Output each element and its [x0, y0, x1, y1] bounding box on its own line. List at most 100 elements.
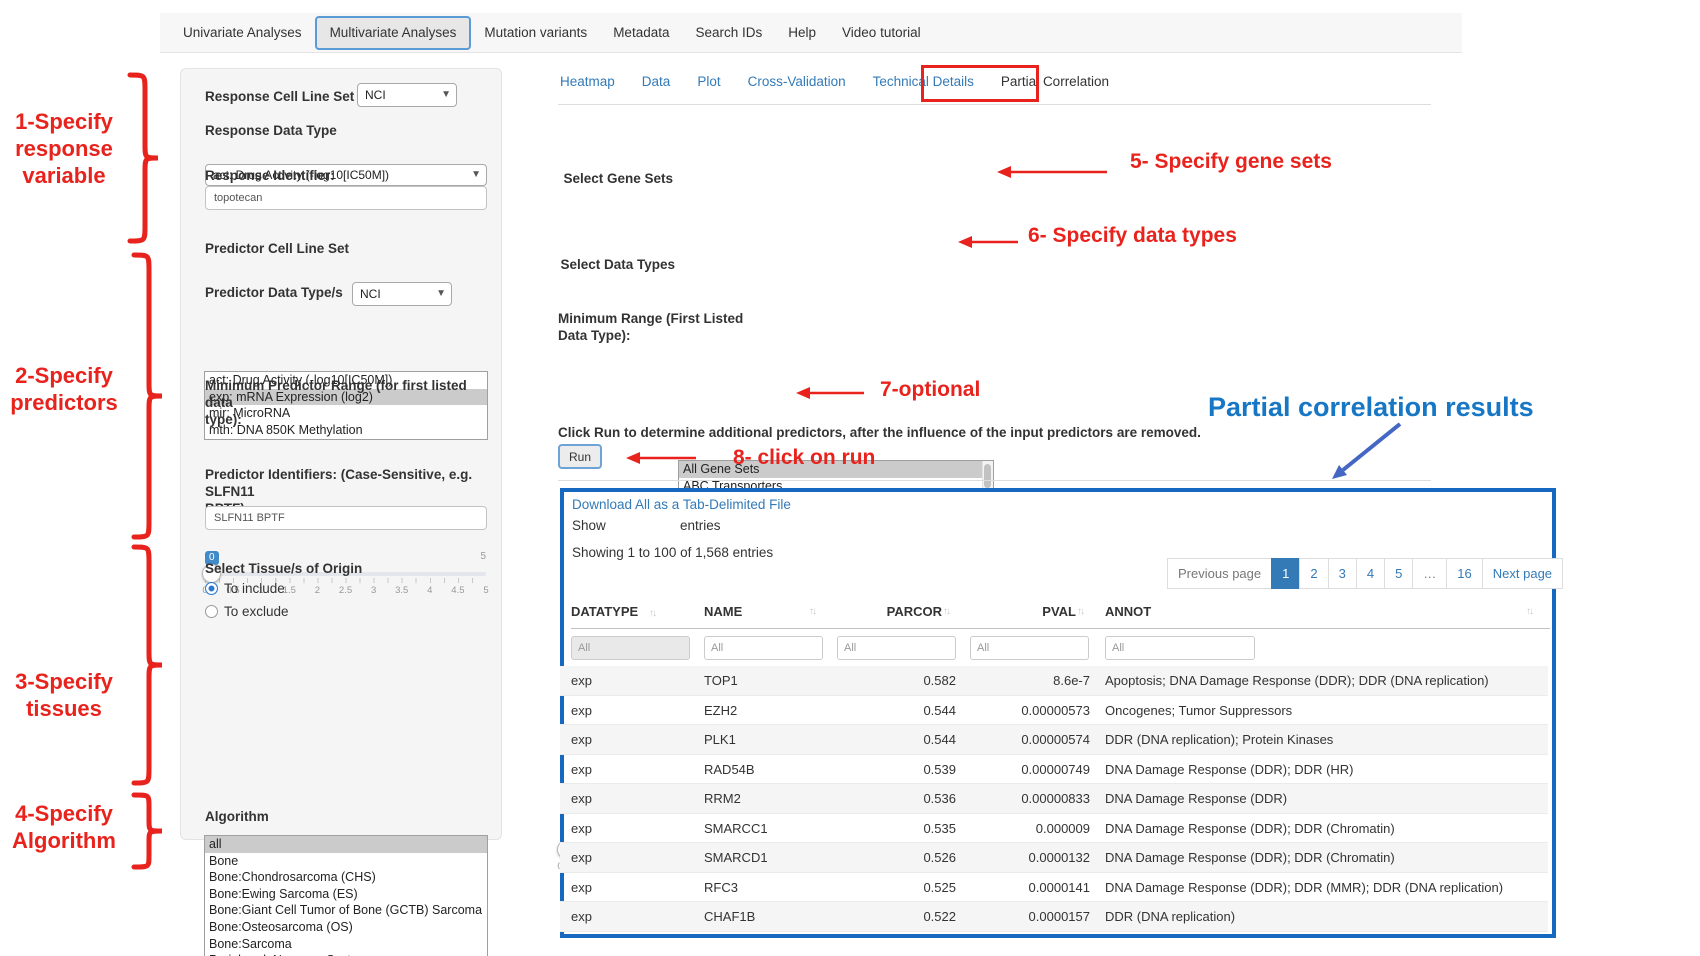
col-header-parcor[interactable]: PARCOR — [836, 604, 942, 619]
table-row[interactable]: expEZH20.5440.00000573Oncogenes; Tumor S… — [560, 696, 1548, 726]
cell-name: CHAF1B — [704, 902, 755, 932]
table-row[interactable]: expSMARCD10.5260.0000132DNA Damage Respo… — [560, 843, 1548, 873]
table-row[interactable]: expRFC30.5250.0000141DNA Damage Response… — [560, 873, 1548, 903]
tissues-listbox[interactable]: allBoneBone:Chondrosarcoma (CHS)Bone:Ewi… — [204, 835, 488, 956]
cell-name: RRM2 — [704, 784, 741, 814]
radio-unselected-icon[interactable] — [205, 605, 218, 618]
predictor-cell-line-set-select[interactable]: NCI▼ — [352, 282, 452, 306]
tab-plot[interactable]: Plot — [697, 74, 720, 89]
brace-step3 — [130, 544, 166, 786]
sort-icon[interactable]: ↑↓ — [1077, 606, 1083, 617]
cell-annot: DNA Damage Response (DDR); DDR (Chromati… — [1105, 814, 1543, 844]
tissue-exclude-radio[interactable]: To exclude — [205, 604, 289, 619]
pagination: Previous page12345…16Next page — [1168, 558, 1563, 589]
cell-name: TOP1 — [704, 666, 738, 696]
tick-label: 3.5 — [395, 585, 408, 596]
table-row[interactable]: expTOP10.5828.6e-7Apoptosis; DNA Damage … — [560, 666, 1548, 696]
col-header-pval[interactable]: PVAL — [970, 604, 1076, 619]
tab-heatmap[interactable]: Heatmap — [560, 74, 615, 89]
tick-label: 2 — [315, 585, 320, 596]
cell-datatype: exp — [571, 755, 592, 785]
tick-label: 4 — [427, 585, 432, 596]
annotation-step1: 1-Specify response variable — [4, 108, 124, 189]
min-range-label: Minimum Range (First Listed Data Type): — [558, 310, 788, 344]
sort-icon[interactable]: ↑↓ — [1526, 606, 1532, 617]
filter-name[interactable] — [704, 636, 823, 660]
list-option[interactable]: Bone:Chondrosarcoma (CHS) — [205, 869, 487, 886]
page-button-3[interactable]: 3 — [1328, 558, 1357, 589]
response-cell-line-set-select[interactable]: NCI▼ — [357, 83, 457, 107]
list-option[interactable]: Bone:Giant Cell Tumor of Bone (GCTB) Sar… — [205, 902, 487, 919]
table-row[interactable]: expSMARCC10.5350.000009DNA Damage Respon… — [560, 814, 1548, 844]
col-header-annot[interactable]: ANNOT — [1105, 604, 1151, 619]
cell-datatype: exp — [571, 873, 592, 903]
col-header-name[interactable]: NAME — [704, 604, 742, 619]
table-row[interactable]: expPLK10.5440.00000574DDR (DNA replicati… — [560, 725, 1548, 755]
cell-pval: 0.0000132 — [940, 843, 1090, 873]
list-option[interactable]: Peripheral_Nervous_System — [205, 952, 487, 956]
sort-icon[interactable]: ↑↓ — [649, 608, 655, 619]
pagination-ellipsis[interactable]: … — [1412, 558, 1447, 589]
list-option[interactable]: all — [205, 836, 487, 853]
cell-annot: DNA Damage Response (DDR); DDR (MMR); DD… — [1105, 873, 1543, 903]
cell-name: EZH2 — [704, 696, 737, 726]
predictor-data-types-label: Predictor Data Type/s — [205, 284, 343, 301]
cell-datatype: exp — [571, 696, 592, 726]
cell-parcor: 0.582 — [836, 666, 956, 696]
run-button[interactable]: Run — [558, 444, 602, 469]
cell-annot: Apoptosis; DNA Damage Response (DDR); DD… — [1105, 666, 1543, 696]
sort-icon[interactable]: ↑↓ — [809, 606, 815, 617]
filter-annot[interactable] — [1105, 636, 1255, 660]
list-option[interactable]: Bone:Sarcoma — [205, 936, 487, 953]
chevron-down-icon: ▼ — [441, 89, 451, 100]
run-instruction: Click Run to determine additional predic… — [558, 424, 1278, 441]
col-header-datatype[interactable]: DATATYPE ↑↓ — [571, 604, 655, 619]
nav-tab-multivariate-analyses[interactable]: Multivariate Analyses — [315, 16, 472, 50]
arrow-data-types — [958, 234, 1020, 250]
filter-pval[interactable] — [970, 636, 1089, 660]
response-identifier-input[interactable] — [205, 186, 487, 210]
list-option[interactable]: Bone:Osteosarcoma (OS) — [205, 919, 487, 936]
nav-tab-univariate-analyses[interactable]: Univariate Analyses — [170, 14, 315, 52]
predictor-identifiers-input[interactable] — [205, 506, 487, 530]
next-page-button[interactable]: Next page — [1482, 558, 1563, 589]
download-link[interactable]: Download All as a Tab-Delimited File — [572, 497, 791, 512]
sort-icon[interactable]: ↑↓ — [943, 606, 949, 617]
tab-cross-validation[interactable]: Cross-Validation — [748, 74, 846, 89]
arrow-gene-sets — [997, 164, 1109, 180]
list-option[interactable]: Bone:Ewing Sarcoma (ES) — [205, 886, 487, 903]
cell-name: RAD54B — [704, 755, 755, 785]
tick-label: 3 — [371, 585, 376, 596]
entries-label: entries — [680, 518, 721, 533]
cell-name: SMARCC1 — [704, 814, 768, 844]
nav-tab-metadata[interactable]: Metadata — [600, 14, 682, 52]
nav-tab-mutation-variants[interactable]: Mutation variants — [471, 14, 600, 52]
scrollbar-thumb[interactable] — [984, 464, 991, 488]
radio-selected-icon[interactable] — [205, 582, 218, 595]
response-cell-line-set-label: Response Cell Line Set — [205, 88, 354, 105]
tissue-include-label: To include — [224, 581, 285, 596]
previous-page-button[interactable]: Previous page — [1167, 558, 1272, 589]
page-button-4[interactable]: 4 — [1356, 558, 1385, 589]
page-button-2[interactable]: 2 — [1299, 558, 1328, 589]
slider-max-label: 5 — [480, 551, 486, 562]
filter-datatype[interactable] — [571, 636, 690, 660]
filter-parcor[interactable] — [837, 636, 956, 660]
table-row[interactable]: expRRM20.5360.00000833DNA Damage Respons… — [560, 784, 1548, 814]
nav-tab-search-ids[interactable]: Search IDs — [682, 14, 775, 52]
table-row[interactable]: expRAD54B0.5390.00000749DNA Damage Respo… — [560, 755, 1548, 785]
predictor-cell-line-set-value: NCI — [360, 287, 381, 301]
cell-pval: 0.00000573 — [940, 696, 1090, 726]
list-option[interactable]: Bone — [205, 853, 487, 870]
nav-tab-help[interactable]: Help — [775, 14, 829, 52]
table-row[interactable]: expCHAF1B0.5220.0000157DDR (DNA replicat… — [560, 902, 1548, 932]
page-button-5[interactable]: 5 — [1384, 558, 1413, 589]
response-identifier-label: Response Identifier: — [205, 167, 335, 184]
page-button-1[interactable]: 1 — [1271, 558, 1300, 589]
cell-name: RFC3 — [704, 873, 738, 903]
cell-name: SMARCD1 — [704, 843, 768, 873]
nav-tab-video-tutorial[interactable]: Video tutorial — [829, 14, 934, 52]
page-button-16[interactable]: 16 — [1446, 558, 1482, 589]
tissue-include-radio[interactable]: To include — [205, 581, 285, 596]
tab-data[interactable]: Data — [642, 74, 671, 89]
